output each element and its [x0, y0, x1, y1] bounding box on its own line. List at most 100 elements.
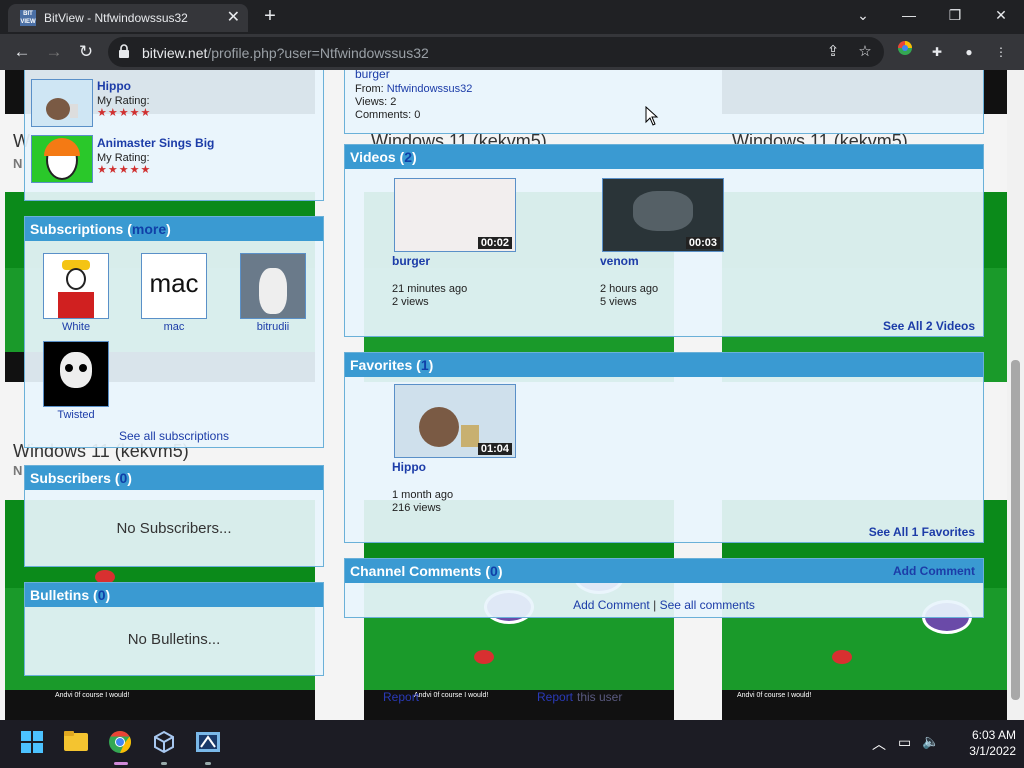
video-thumbnail-venom[interactable]: 00:03: [602, 178, 724, 252]
bg-report-link[interactable]: Report: [537, 690, 573, 704]
url-text: bitview.net/profile.php?user=Ntfwindowss…: [142, 45, 429, 61]
forward-arrow-icon[interactable]: →: [42, 40, 66, 64]
video-title-link[interactable]: Hippo: [392, 460, 426, 474]
subscription-name[interactable]: bitrudii: [233, 321, 313, 333]
extensions-puzzle-icon[interactable]: ✚: [925, 40, 949, 64]
channel-comments-panel: Channel Comments (0) Add Comment Add Com…: [344, 558, 984, 618]
network-icon[interactable]: ▭: [898, 734, 911, 751]
page-viewport: Windows 11 (kekvm5) Windows 11 (kekvm5) …: [0, 70, 1024, 720]
video-title-link[interactable]: burger: [392, 254, 430, 268]
video-duration: 01:04: [477, 443, 512, 455]
video-duration: 00:03: [685, 237, 720, 249]
reload-icon[interactable]: ↻: [74, 40, 98, 64]
bg-this-user-text: this user: [577, 690, 623, 704]
browser-titlebar: BIT VIEW BitView - Ntfwindowssus32 ✕ + ⌄…: [0, 0, 1024, 70]
close-window-button[interactable]: ✕: [978, 2, 1024, 28]
bg-small-text: N: [13, 463, 23, 478]
video-views: 2 views: [392, 296, 429, 308]
volume-icon[interactable]: 🔈: [922, 733, 939, 750]
subscription-avatar-bitrudii[interactable]: [240, 253, 306, 319]
no-subscribers-text: No Subscribers...: [116, 520, 232, 537]
video-age: 1 month ago: [392, 489, 454, 501]
video-title-link[interactable]: venom: [600, 254, 639, 268]
chrome-icon[interactable]: [106, 730, 134, 758]
extension-colorful-icon[interactable]: [893, 40, 917, 64]
add-comment-header-link[interactable]: Add Comment: [893, 559, 975, 583]
tray-chevron-up-icon[interactable]: ︿: [872, 734, 886, 754]
video-duration: 00:02: [477, 237, 512, 249]
rating-stars: ★★★★★: [97, 164, 152, 176]
favorites-sidebar-panel: Hippo My Rating: ★★★★★ Animaster Sings B…: [24, 70, 324, 201]
favorite-item-title[interactable]: Hippo: [97, 79, 131, 93]
animaster-thumbnail[interactable]: [31, 135, 93, 183]
comment-from-line: From: Ntfwindowssus32: [355, 83, 473, 95]
bg-small-text: N: [13, 156, 23, 171]
bg-gibberish-text: Andvi 0f course I would!: [737, 692, 812, 699]
new-tab-button[interactable]: +: [258, 4, 282, 28]
comment-from-user-link[interactable]: Ntfwindowssus32: [387, 83, 473, 95]
subscription-avatar-twisted[interactable]: [43, 341, 109, 407]
vmware-icon[interactable]: [194, 730, 222, 758]
video-age: 2 hours ago: [600, 283, 659, 295]
video-views: 5 views: [600, 296, 637, 308]
address-bar[interactable]: bitview.net/profile.php?user=Ntfwindowss…: [108, 37, 884, 67]
subscription-avatar-mac[interactable]: mac: [141, 253, 207, 319]
add-comment-link[interactable]: Add Comment: [573, 598, 650, 612]
profile-avatar-icon[interactable]: ●: [957, 40, 981, 64]
bitview-favicon: BIT VIEW: [20, 10, 36, 26]
share-icon[interactable]: ⇪: [822, 41, 844, 63]
scrollbar-thumb[interactable]: [1011, 360, 1020, 700]
minimize-button[interactable]: —: [886, 2, 932, 28]
bookmark-star-icon[interactable]: ☆: [854, 41, 876, 63]
recent-comment-panel: burger From: Ntfwindowssus32 Views: 2 Co…: [344, 70, 984, 134]
tab-search-chevron-icon[interactable]: ⌄: [840, 2, 886, 28]
active-app-indicator: [114, 762, 128, 765]
favorite-item-title[interactable]: Animaster Sings Big: [97, 136, 214, 150]
clock-time: 6:03 AM: [971, 728, 1016, 742]
see-all-favorites-link[interactable]: See All 1 Favorites: [869, 525, 975, 539]
browser-tab[interactable]: BIT VIEW BitView - Ntfwindowssus32 ✕: [8, 4, 248, 32]
app-indicator: [205, 762, 211, 765]
comment-count: Comments: 0: [355, 109, 421, 121]
system-clock[interactable]: 6:03 AM 3/1/2022: [946, 727, 1016, 759]
comment-video-link[interactable]: burger: [355, 70, 390, 81]
lock-icon: [119, 44, 129, 58]
file-explorer-icon[interactable]: [62, 730, 90, 758]
back-arrow-icon[interactable]: ←: [10, 40, 34, 64]
favorites-panel: Favorites (1) 01:04 Hippo 1 month ago 21…: [344, 352, 984, 543]
restore-button[interactable]: ❐: [932, 2, 978, 28]
subscribers-panel: Subscribers (0) No Subscribers...: [24, 465, 324, 567]
see-all-subscriptions-link[interactable]: See all subscriptions: [25, 429, 323, 443]
subscriptions-panel: Subscriptions (more) White mac mac bitru…: [24, 216, 324, 448]
favorites-header: Favorites (1): [345, 353, 983, 377]
no-bulletins-text: No Bulletins...: [127, 631, 221, 648]
bg-report-link[interactable]: Report: [383, 690, 419, 704]
subscription-name[interactable]: Twisted: [36, 409, 116, 421]
video-age: 21 minutes ago: [392, 283, 468, 295]
browser-toolbar: ← → ↻ bitview.net/profile.php?user=Ntfwi…: [0, 34, 1024, 70]
bg-gibberish-text: Andvi 0f course I would!: [55, 692, 130, 699]
subscriptions-header: Subscriptions (more): [25, 217, 323, 241]
windows-start-icon[interactable]: [18, 730, 46, 758]
tab-close-button[interactable]: ✕: [227, 7, 240, 27]
videos-panel: Videos (2) 00:02 burger 21 minutes ago 2…: [344, 144, 984, 337]
subscription-name[interactable]: mac: [134, 321, 214, 333]
see-all-comments-link[interactable]: See all comments: [660, 598, 755, 612]
windows-taskbar: ︿ ▭ 🔈 6:03 AM 3/1/2022: [0, 720, 1024, 768]
subscription-avatar-white[interactable]: [43, 253, 109, 319]
mouse-cursor-icon: [645, 106, 659, 126]
bulletins-header: Bulletins (0): [25, 583, 323, 607]
see-all-videos-link[interactable]: See All 2 Videos: [883, 319, 975, 333]
clock-date: 3/1/2022: [969, 744, 1016, 758]
rating-stars: ★★★★★: [97, 107, 152, 119]
subscription-name[interactable]: White: [36, 321, 116, 333]
video-thumbnail-hippo[interactable]: 01:04: [394, 384, 516, 458]
comment-links: Add Comment | See all comments: [573, 598, 755, 612]
channel-comments-header: Channel Comments (0) Add Comment: [345, 559, 983, 583]
menu-kebab-icon[interactable]: ⋮: [989, 40, 1013, 64]
videos-header: Videos (2): [345, 145, 983, 169]
video-thumbnail-burger[interactable]: 00:02: [394, 178, 516, 252]
virtualbox-icon[interactable]: [150, 730, 178, 758]
hippo-thumbnail[interactable]: [31, 79, 93, 127]
more-link[interactable]: more: [132, 221, 166, 237]
